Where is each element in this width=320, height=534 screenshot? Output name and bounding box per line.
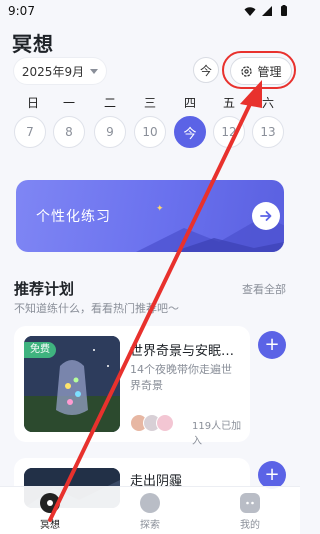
weekday-header: 日 一 二 三 四 五 六 <box>0 94 300 110</box>
chevron-down-icon <box>90 68 99 74</box>
plan-card[interactable]: 免费 世界奇景与安眠… 14个夜晚带你走遍世界奇景 119人已加入 <box>14 326 250 447</box>
section-subtitle: 不知道练什么，看看热门推荐吧～ <box>14 302 179 315</box>
date-cell[interactable]: 10 <box>134 116 166 148</box>
date-cell[interactable]: 8 <box>53 116 85 148</box>
plan-thumbnail: 免费 <box>24 336 120 432</box>
date-cell[interactable]: 9 <box>94 116 126 148</box>
weekday-label: 五 <box>222 96 235 110</box>
nav-label: 冥想 <box>40 520 60 531</box>
status-icons <box>244 5 290 17</box>
weekday-label: 四 <box>183 96 196 110</box>
weekday-label: 一 <box>62 96 75 110</box>
plan-description: 14个夜晚带你走遍世界奇景 <box>130 363 232 392</box>
section-title: 推荐计划 <box>14 280 75 298</box>
wifi-icon <box>244 7 256 16</box>
date-cell[interactable]: 7 <box>14 116 46 148</box>
nav-item-profile[interactable]: 我的 <box>220 493 280 531</box>
sparkle-icon: ✦ <box>156 204 164 214</box>
month-selector[interactable]: 2025年9月 <box>14 58 106 84</box>
weekday-label: 二 <box>103 96 116 110</box>
add-plan-button[interactable]: + <box>258 461 286 489</box>
personalized-practice-card[interactable]: ✦ 个性化练习 <box>16 180 284 252</box>
see-all-link[interactable]: 查看全部 <box>242 281 286 297</box>
status-bar: 9:07 <box>0 0 300 22</box>
joined-count: 119人已加入 <box>192 421 242 447</box>
practice-label: 个性化练习 <box>36 209 111 225</box>
weekday-label: 三 <box>143 96 156 110</box>
today-button[interactable]: 今 <box>193 57 219 83</box>
date-cell[interactable]: 13 <box>252 116 284 148</box>
page-title: 冥想 <box>12 32 54 56</box>
week-dates: 7 8 9 10 今 12 13 <box>0 116 300 150</box>
nav-item-meditation[interactable]: 冥想 <box>20 493 80 531</box>
month-label: 2025年9月 <box>21 64 85 79</box>
add-plan-button[interactable]: + <box>258 331 286 359</box>
status-time: 9:07 <box>8 4 35 18</box>
avatar <box>156 414 174 432</box>
signal-icon <box>262 6 272 16</box>
plan-title: 世界奇景与安眠… <box>130 344 235 359</box>
bottom-nav: 冥想 探索 我的 <box>0 486 300 534</box>
date-cell[interactable]: 12 <box>213 116 245 148</box>
weekday-label: 日 <box>26 96 39 110</box>
profile-icon <box>240 493 260 513</box>
battery-icon <box>281 5 287 16</box>
date-cell-today[interactable]: 今 <box>174 116 206 148</box>
free-badge: 免费 <box>24 342 56 358</box>
arrow-right-icon[interactable] <box>252 202 280 230</box>
annotation-circle <box>222 51 296 89</box>
avatar-group <box>130 414 174 432</box>
weekday-label: 六 <box>261 96 274 110</box>
nav-label: 探索 <box>140 520 160 531</box>
meditation-icon <box>40 493 60 513</box>
nav-item-explore[interactable]: 探索 <box>120 493 180 531</box>
nav-label: 我的 <box>240 520 260 531</box>
compass-icon <box>140 493 160 513</box>
